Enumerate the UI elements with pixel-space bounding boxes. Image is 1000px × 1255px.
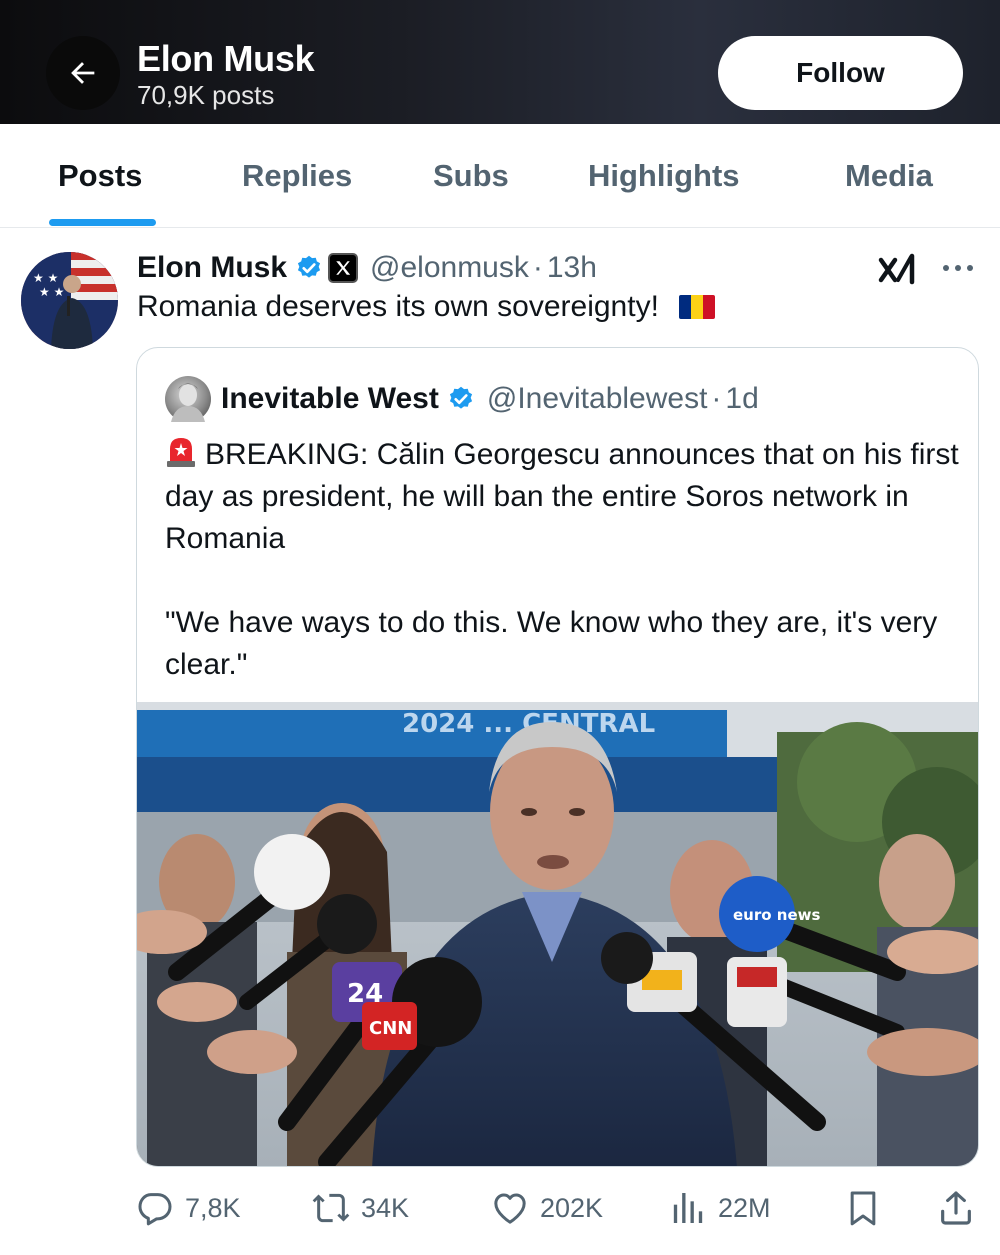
repost-button[interactable]: 34K: [311, 1186, 409, 1230]
post-body: Romania deserves its own sovereignty!: [137, 290, 659, 323]
post-time[interactable]: 13h: [547, 251, 597, 285]
repost-icon: [312, 1193, 350, 1223]
avatar-image: ★ ★ ★ ★: [21, 252, 118, 349]
profile-name: Elon Musk: [137, 38, 315, 79]
quoted-text-line2: "We have ways to do this. We know who th…: [165, 606, 938, 681]
analytics-icon: [673, 1193, 703, 1223]
quoted-author-handle: @Inevitablewest: [486, 382, 708, 415]
tab-subs[interactable]: Subs: [433, 158, 509, 194]
tab-media[interactable]: Media: [845, 158, 933, 194]
back-button[interactable]: [46, 36, 120, 110]
author-handle[interactable]: @elonmusk: [370, 251, 529, 285]
profile-header: Elon Musk 70,9K posts Follow: [0, 0, 1000, 124]
follow-button[interactable]: Follow: [718, 36, 963, 110]
verified-badge-icon: [449, 386, 472, 409]
like-button[interactable]: 202K: [490, 1186, 603, 1230]
share-button[interactable]: [936, 1186, 986, 1230]
siren-icon: [167, 438, 195, 467]
post-text: Romania deserves its own sovereignty!: [137, 290, 715, 324]
mic-label: CNN: [369, 1018, 412, 1039]
post-header: Elon Musk @elonmusk · 13h: [137, 248, 597, 288]
active-tab-indicator: [49, 219, 156, 226]
separator-dot: ·: [532, 251, 543, 284]
quoted-author-avatar: [165, 376, 211, 422]
arrow-left-icon: [71, 62, 95, 84]
grok-icon[interactable]: [878, 250, 918, 290]
quoted-post-image[interactable]: 2024 ... CENTRAL 24 CNN euro news: [137, 702, 978, 1166]
x-icon: [328, 253, 359, 283]
tab-highlights[interactable]: Highlights: [588, 158, 740, 194]
profile-tabs: Posts Replies Subs Highlights Media: [0, 124, 1000, 228]
tab-replies[interactable]: Replies: [242, 158, 352, 194]
reply-icon: [138, 1193, 172, 1226]
quoted-post[interactable]: Inevitable West @Inevitablewest · 1d BRE…: [136, 347, 979, 1167]
separator-dot: ·: [711, 382, 722, 415]
more-options-icon[interactable]: [938, 254, 978, 282]
romania-flag-icon: [678, 295, 715, 319]
svg-text:★ ★: ★ ★: [33, 271, 58, 285]
svg-text:★ ★: ★ ★: [39, 285, 64, 299]
quoted-post-header: Inevitable West @Inevitablewest · 1d: [221, 379, 759, 419]
bookmark-icon: [850, 1191, 876, 1226]
like-count: 202K: [540, 1192, 604, 1223]
quoted-post-time: 1d: [725, 382, 759, 415]
reply-count: 7,8K: [185, 1192, 241, 1223]
verified-badge-icon: [297, 255, 321, 278]
mic-label: euro news: [733, 906, 820, 924]
quoted-post-text: BREAKING: Călin Georgescu announces that…: [165, 434, 965, 686]
quoted-text-line1: BREAKING: Călin Georgescu announces that…: [165, 438, 959, 555]
author-name[interactable]: Elon Musk: [137, 251, 287, 285]
heart-icon: [494, 1193, 526, 1224]
bookmark-button[interactable]: [843, 1186, 893, 1230]
views-button[interactable]: 22M: [668, 1186, 771, 1230]
tab-posts[interactable]: Posts: [58, 158, 142, 194]
author-avatar[interactable]: ★ ★ ★ ★: [21, 252, 118, 349]
share-icon: [941, 1191, 971, 1225]
post-action-bar: 7,8K 34K 202K 22M: [0, 1178, 1000, 1238]
reply-button[interactable]: 7,8K: [135, 1186, 241, 1230]
quoted-author-name: Inevitable West: [221, 382, 439, 415]
posts-count: 70,9K posts: [137, 80, 275, 110]
repost-count: 34K: [361, 1192, 410, 1223]
press-photo: 2024 ... CENTRAL 24 CNN euro news: [137, 702, 978, 1166]
view-count: 22M: [718, 1192, 771, 1223]
